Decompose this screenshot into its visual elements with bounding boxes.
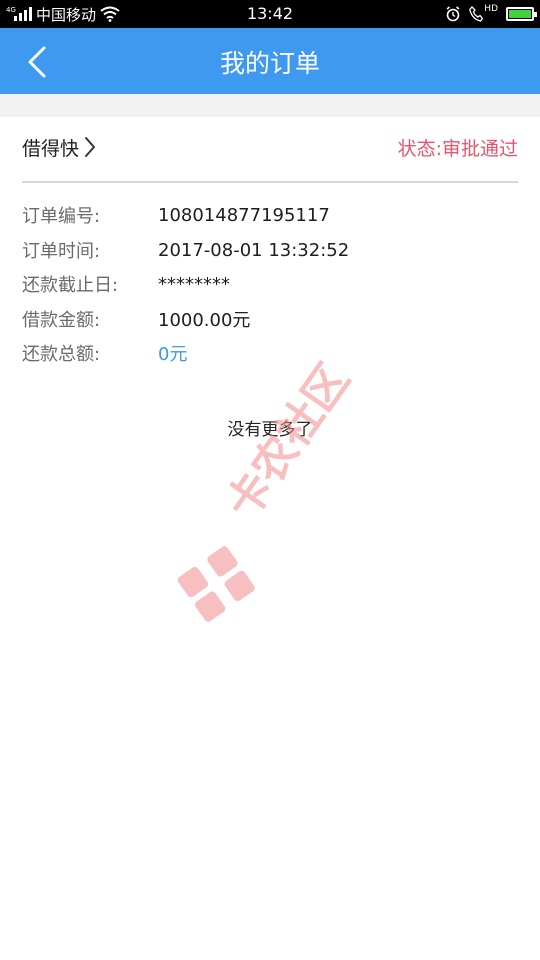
order-status: 状态:审批通过: [397, 138, 518, 160]
field-label: 订单编号:: [22, 206, 101, 227]
divider: [22, 181, 518, 183]
status-right: HD: [445, 4, 537, 24]
repayment-deadline-value: ********: [158, 273, 230, 295]
app-header: 我的订单: [0, 28, 540, 94]
hd-label: HD: [484, 4, 498, 14]
product-link[interactable]: 借得快: [22, 133, 97, 161]
no-more-text: 没有更多了: [227, 420, 313, 440]
field-label: 订单时间:: [22, 241, 101, 262]
product-name: 借得快: [22, 137, 80, 160]
watermark-text: 卡农社区: [217, 355, 360, 528]
status-bar: 4G 中国移动 13:42 HD: [0, 0, 540, 28]
repayment-total-row: 还款总额: 0元: [22, 338, 187, 368]
order-number-value: 108014877195117: [158, 204, 330, 226]
page-title: 我的订单: [219, 49, 320, 78]
order-card: 借得快 状态:审批通过 订单编号: 108014877195117 订单时间: …: [0, 117, 540, 377]
loan-amount-value: 1000.00元: [158, 310, 251, 331]
order-time-row: 订单时间: 2017-08-01 13:32:52: [22, 235, 349, 265]
battery-icon: [506, 7, 537, 21]
loan-amount-row: 借款金额: 1000.00元: [22, 304, 250, 334]
section-spacer: [0, 94, 540, 117]
watermark-logo-icon: [177, 546, 255, 622]
field-label: 还款截止日:: [22, 275, 119, 296]
repayment-deadline-row: 还款截止日: ********: [22, 269, 230, 299]
phone-icon: [469, 6, 484, 22]
field-label: 还款总额:: [22, 344, 101, 365]
field-label: 借款金额:: [22, 310, 101, 331]
chevron-right-icon: [85, 137, 96, 157]
repayment-total-value: 0元: [158, 344, 188, 365]
alarm-icon: [446, 6, 460, 22]
order-time-value: 2017-08-01 13:32:52: [158, 239, 350, 261]
order-number-row: 订单编号: 108014877195117: [22, 200, 330, 230]
